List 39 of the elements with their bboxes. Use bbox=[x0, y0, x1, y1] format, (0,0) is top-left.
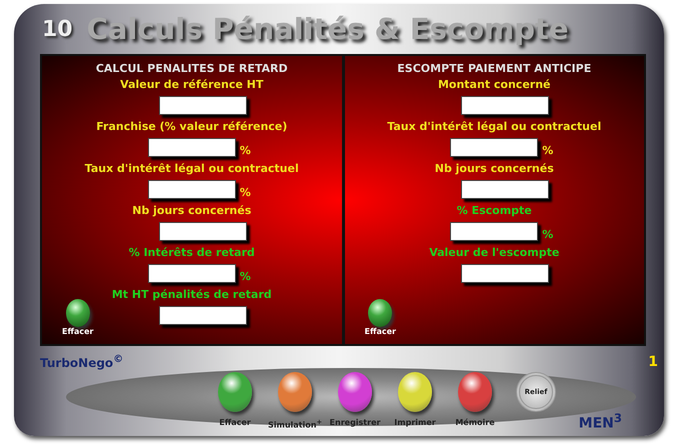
field-label: Valeur de référence HT bbox=[120, 78, 264, 92]
field-label: Valeur de l'escompte bbox=[429, 246, 560, 260]
egg-icon bbox=[368, 299, 392, 327]
field-label: Nb jours concernés bbox=[434, 162, 554, 176]
percent-sign: % bbox=[240, 270, 252, 283]
input-field[interactable] bbox=[461, 96, 550, 115]
page-number: 1 bbox=[648, 354, 658, 370]
egg-icon bbox=[66, 299, 90, 327]
input-field[interactable] bbox=[158, 306, 247, 325]
input-field[interactable] bbox=[148, 264, 236, 283]
input-field[interactable] bbox=[450, 138, 538, 157]
clear-button[interactable]: Effacer bbox=[364, 299, 396, 336]
field-label: % Intérêts de retard bbox=[128, 246, 255, 260]
field-label: Nb jours concernés bbox=[132, 204, 252, 218]
percent-sign: % bbox=[542, 228, 554, 241]
brand-name: TurboNego$^{©}$ bbox=[40, 354, 124, 370]
input-field[interactable] bbox=[461, 180, 550, 199]
input-field[interactable] bbox=[158, 96, 247, 115]
toolbar-button[interactable]: Imprimer bbox=[392, 372, 438, 427]
input-field[interactable] bbox=[148, 138, 236, 157]
input-field[interactable] bbox=[158, 222, 247, 241]
percent-sign: % bbox=[240, 186, 252, 199]
panel-heading: ESCOMPTE PAIEMENT ANTICIPE bbox=[397, 62, 592, 75]
percent-sign: % bbox=[240, 144, 252, 157]
percent-sign: % bbox=[542, 144, 554, 157]
field-label: % Escompte bbox=[456, 204, 532, 218]
field-label: Taux d'intérêt légal ou contractuel bbox=[387, 120, 602, 134]
field-label: Taux d'intérêt légal ou contractuel bbox=[84, 162, 299, 176]
clear-button[interactable]: Effacer bbox=[62, 299, 94, 336]
field-label: Montant concerné bbox=[438, 78, 551, 92]
field-label: Franchise (% valeur référence) bbox=[96, 120, 288, 134]
input-field[interactable] bbox=[461, 264, 550, 283]
panel-heading: CALCUL PENALITES DE RETARD bbox=[96, 62, 288, 75]
screen-number: 10 bbox=[42, 16, 73, 42]
field-label: Mt HT pénalités de retard bbox=[112, 288, 272, 302]
input-field[interactable] bbox=[148, 180, 236, 199]
logo-text: MEN$^{3}$ bbox=[578, 411, 622, 432]
input-field[interactable] bbox=[450, 222, 538, 241]
toolbar-button[interactable]: Enregistrer bbox=[332, 372, 378, 427]
